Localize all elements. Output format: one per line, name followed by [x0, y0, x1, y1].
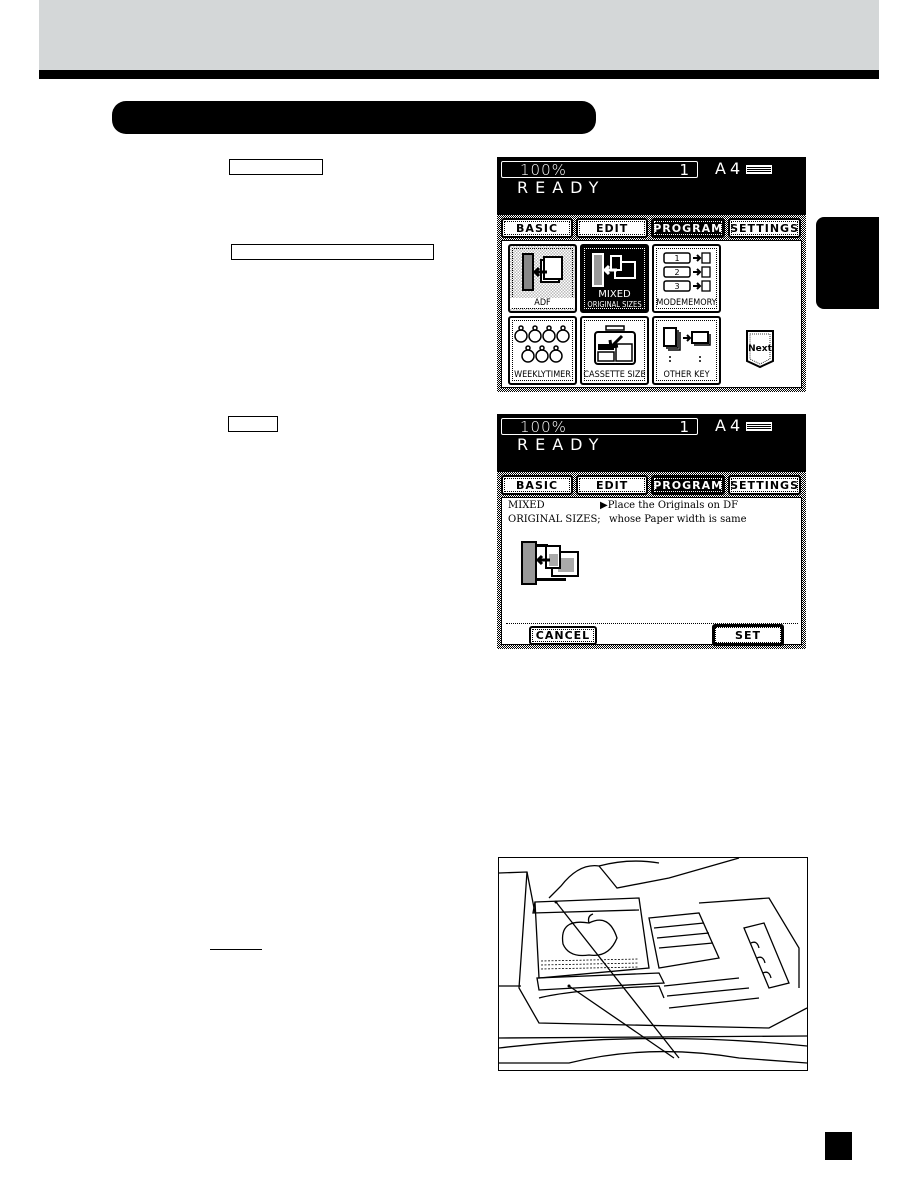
program-panel: ADF MIXED ORIGINAL SIZES 1 2 3 MODEMEMOR…	[501, 240, 802, 388]
lcd-body: BASIC EDIT PROGRAM SETTINGS ADF MIXED OR…	[497, 215, 806, 392]
paper-size: A4	[715, 159, 745, 178]
key-reference-box-3	[228, 416, 278, 432]
other-key-button[interactable]: OTHER KEY	[652, 316, 721, 385]
paper-tray-icon	[746, 165, 772, 174]
lcd-screen-mixed-original-sizes: 100% 1 A4 READY BASIC EDIT PROGRAM SETTI…	[497, 414, 806, 649]
chapter-side-tab	[816, 217, 879, 309]
mode-memory-button[interactable]: 1 2 3 MODEMEMORY	[652, 244, 721, 313]
mixed-original-sizes-icon	[521, 541, 579, 585]
other-key-icon	[662, 327, 711, 362]
machine-status: READY	[517, 435, 606, 454]
lcd-screen-program-menu: 100% 1 A4 READY BASIC EDIT PROGRAM SETTI…	[497, 157, 806, 392]
counter-box: 100% 1	[501, 418, 698, 436]
next-page-button[interactable]: Next	[745, 329, 775, 369]
mixed-sizes-panel: MIXED ORIGINAL SIZES; ▶Place the Origina…	[501, 497, 802, 646]
machine-status: READY	[517, 178, 606, 197]
mixed-label-line2: ORIGINAL SIZES	[587, 300, 642, 309]
key-reference-box-2	[231, 244, 434, 260]
memory-slot-2: 2	[674, 268, 679, 277]
paper-tray-icon	[746, 422, 772, 431]
mixed-original-sizes-icon	[591, 253, 636, 287]
next-label: Next	[748, 344, 772, 354]
header-rule	[39, 70, 879, 79]
page-number-marker	[825, 1132, 852, 1160]
tab-edit[interactable]: EDIT	[576, 218, 649, 238]
page-header-band	[39, 0, 879, 70]
cassette-size-button[interactable]: CASSETTE SIZE	[580, 316, 649, 385]
memory-slot-3: 3	[674, 282, 679, 291]
instruction-line1: ▶Place the Originals on DF	[600, 500, 739, 511]
instruction-line2: whose Paper width is same	[609, 514, 747, 525]
lcd-status-area: 100% 1 A4 READY	[497, 414, 806, 472]
set-button[interactable]: SET	[712, 624, 784, 646]
adf-button[interactable]: ADF	[508, 244, 577, 313]
tab-edit[interactable]: EDIT	[576, 475, 649, 495]
copy-count: 1	[679, 161, 689, 179]
counter-box: 100% 1	[501, 161, 698, 179]
mixed-original-sizes-button[interactable]: MIXED ORIGINAL SIZES	[580, 244, 649, 313]
mode-memory-label: MODEMEMORY	[656, 298, 717, 308]
weekly-timer-button[interactable]: WEEKLYTIMER	[508, 316, 577, 385]
mixed-label-line1: MIXED	[598, 289, 631, 300]
feeder-drawing	[498, 857, 808, 1064]
weekly-timer-icon	[513, 325, 570, 363]
function-title-line2: ORIGINAL SIZES;	[508, 514, 601, 525]
cassette-size-icon	[593, 325, 636, 365]
mode-memory-icon: 1 2 3	[662, 252, 711, 292]
tab-program[interactable]: PROGRAM	[651, 475, 726, 495]
tab-basic[interactable]: BASIC	[501, 475, 574, 495]
key-reference-box-1	[229, 159, 323, 175]
cassette-size-label: CASSETTE SIZE	[583, 370, 646, 380]
section-title-bar	[112, 101, 596, 134]
tab-basic[interactable]: BASIC	[501, 218, 574, 238]
memory-slot-1: 1	[674, 254, 679, 263]
tab-settings[interactable]: SETTINGS	[728, 475, 802, 495]
mode-tabs: BASIC EDIT PROGRAM SETTINGS	[501, 218, 802, 240]
adf-icon	[521, 253, 563, 291]
zoom-ratio: 100%	[520, 161, 567, 179]
weekly-timer-label: WEEKLYTIMER	[514, 370, 571, 380]
lcd-body: BASIC EDIT PROGRAM SETTINGS MIXED ORIGIN…	[497, 472, 806, 649]
cancel-button[interactable]: CANCEL	[529, 626, 597, 645]
tab-settings[interactable]: SETTINGS	[728, 218, 802, 238]
function-title-line1: MIXED	[508, 500, 545, 511]
document-feeder-illustration	[498, 857, 808, 1071]
adf-label: ADF	[510, 298, 575, 308]
copy-count: 1	[679, 418, 689, 436]
paper-size: A4	[715, 416, 745, 435]
zoom-ratio: 100%	[520, 418, 567, 436]
other-key-label: OTHER KEY	[663, 370, 710, 380]
tab-program[interactable]: PROGRAM	[651, 218, 726, 238]
lcd-status-area: 100% 1 A4 READY	[497, 157, 806, 215]
underlined-reference	[210, 949, 262, 950]
mode-tabs: BASIC EDIT PROGRAM SETTINGS	[501, 475, 802, 497]
